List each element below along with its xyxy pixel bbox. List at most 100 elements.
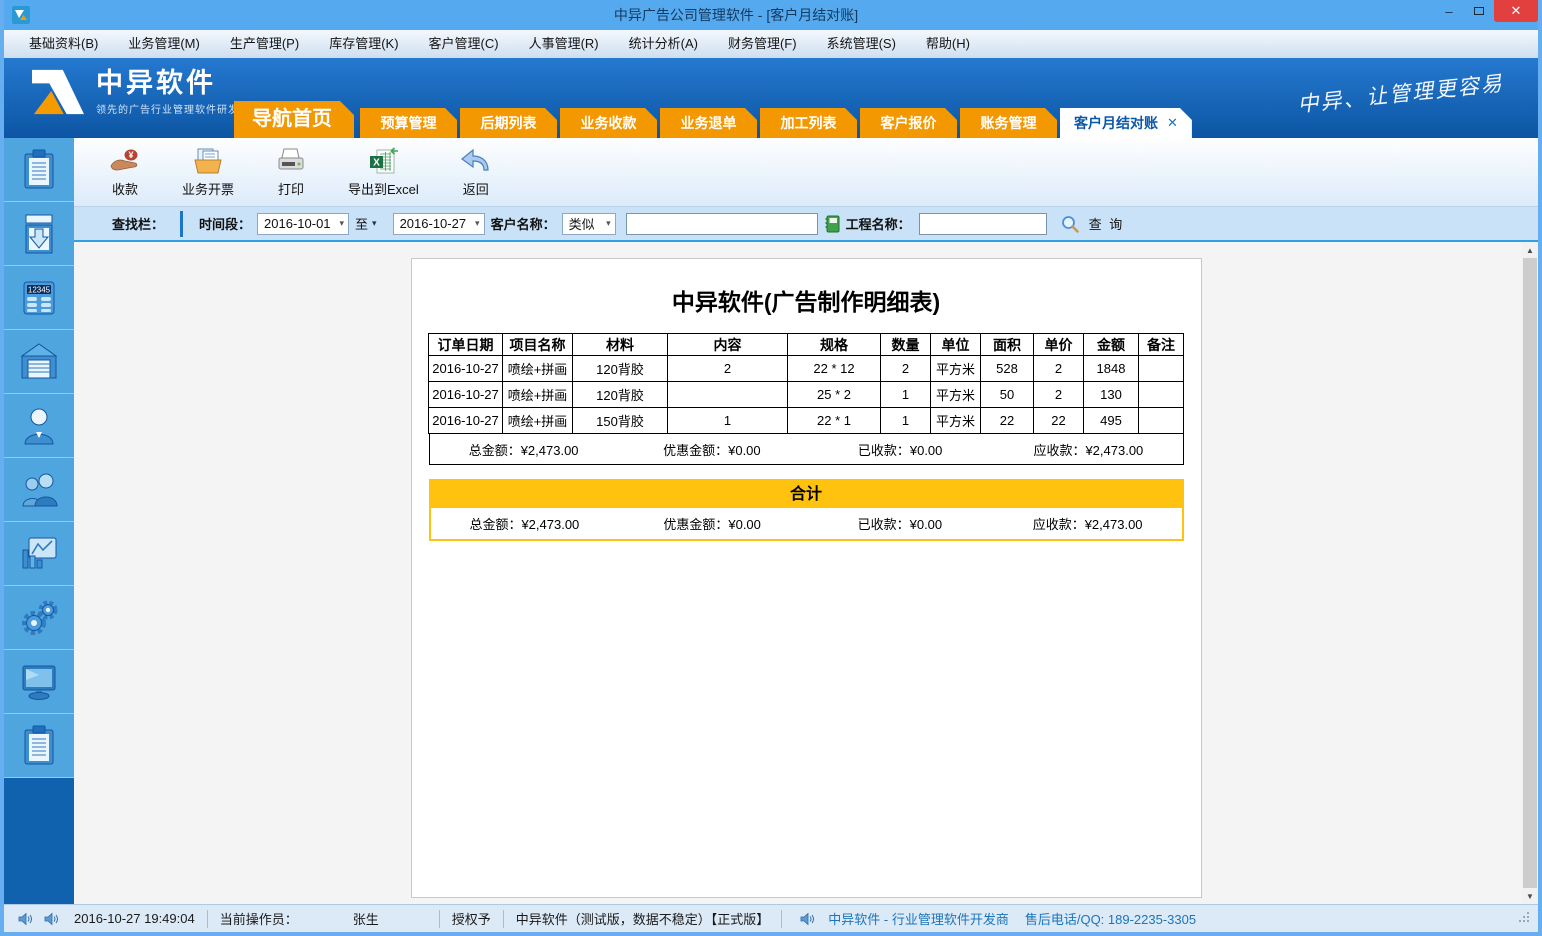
sidebar-item-system[interactable] (4, 650, 74, 714)
speaker-icon[interactable] (800, 912, 814, 926)
table-cell: 528 (981, 356, 1034, 382)
sidebar-item-calculator[interactable]: 12345 (4, 266, 74, 330)
menu-item-7[interactable]: 统计分析(A) (614, 30, 713, 58)
report-panel: 中异软件(广告制作明细表) 订单日期项目名称材料内容规格数量单位面积单价金额备注… (411, 258, 1202, 898)
license-text: 中异软件（测试版，数据不稳定）【正式版】 (516, 909, 770, 928)
resize-grip[interactable] (1518, 911, 1530, 926)
customer-lookup-button[interactable] (824, 215, 840, 233)
invoice-button[interactable]: 业务开票 (182, 147, 234, 198)
search-button[interactable] (1061, 215, 1079, 233)
tab-4[interactable]: 业务退单 (660, 108, 757, 138)
summary-receivable-amount: 应收款：¥2,473.00 (994, 514, 1182, 533)
scrollbar-thumb[interactable] (1523, 258, 1537, 888)
download-document-icon (19, 212, 59, 256)
tab-6[interactable]: 客户报价 (860, 108, 957, 138)
tab-2[interactable]: 后期列表 (460, 108, 557, 138)
table-cell: 平方米 (931, 356, 981, 382)
sidebar-item-download[interactable] (4, 202, 74, 266)
table-cell: 2016-10-27 (429, 356, 503, 382)
minimize-button[interactable]: – (1434, 0, 1464, 22)
title-bar: 中异广告公司管理软件 - [客户月结对账] – ✕ (4, 0, 1538, 30)
table-cell: 50 (981, 382, 1034, 408)
operator-label: 当前操作员： (220, 909, 298, 928)
table-row: 2016-10-27喷绘+拼画120背胶222 * 122平方米52821848 (429, 356, 1184, 382)
date-from-select[interactable]: 2016-10-01▾ (257, 213, 349, 235)
menu-item-3[interactable]: 生产管理(P) (215, 30, 314, 58)
menu-item-1[interactable]: 基础资料(B) (14, 30, 113, 58)
search-button-label[interactable]: 查 询 (1089, 214, 1125, 233)
to-dropdown-icon[interactable]: ▾ (372, 218, 377, 229)
tab-3[interactable]: 业务收款 (560, 108, 657, 138)
sidebar-item-orders[interactable] (4, 138, 74, 202)
table-cell: 22 (1034, 408, 1084, 434)
menu-item-2[interactable]: 业务管理(M) (113, 30, 215, 58)
maximize-button[interactable] (1464, 0, 1494, 22)
tab-7[interactable]: 账务管理 (960, 108, 1057, 138)
app-window: 中异广告公司管理软件 - [客户月结对账] – ✕ 基础资料(B)业务管理(M)… (0, 0, 1542, 936)
sidebar-item-statistics[interactable] (4, 522, 74, 586)
status-bar: 2016-10-27 19:49:04 当前操作员： 张生 授权予 中异软件（测… (4, 904, 1538, 932)
export-excel-button[interactable]: X 导出到Excel (348, 147, 419, 198)
table-cell: 120背胶 (573, 356, 668, 382)
customer-name-input[interactable] (626, 213, 818, 235)
report-title: 中异软件(广告制作明细表) (412, 283, 1201, 317)
menu-item-6[interactable]: 人事管理(R) (514, 30, 614, 58)
chevron-down-icon: ▾ (606, 218, 611, 229)
scroll-up-icon[interactable]: ▲ (1522, 242, 1538, 258)
column-header: 项目名称 (503, 334, 573, 356)
content-area: 中异软件(广告制作明细表) 订单日期项目名称材料内容规格数量单位面积单价金额备注… (74, 242, 1538, 904)
status-datetime: 2016-10-27 19:49:04 (74, 911, 195, 926)
tab-active-customer-monthly[interactable]: 客户月结对账 ✕ (1060, 108, 1192, 138)
clipboard-report-icon (19, 724, 59, 768)
sidebar-item-hr[interactable] (4, 458, 74, 522)
speaker-icon[interactable] (44, 912, 58, 926)
tab-1[interactable]: 预算管理 (360, 108, 457, 138)
table-cell: 喷绘+拼画 (503, 356, 573, 382)
divider (503, 910, 504, 928)
chevron-down-icon: ▾ (475, 218, 480, 229)
app-logo-icon (12, 6, 30, 24)
receive-payment-button[interactable]: ¥ 收款 (108, 147, 142, 198)
table-cell: 喷绘+拼画 (503, 382, 573, 408)
menu-item-10[interactable]: 帮助(H) (911, 30, 985, 58)
tab-home[interactable]: 导航首页 (234, 101, 354, 138)
support-text: 售后电话/QQ: 189-2235-3305 (1025, 909, 1196, 928)
sidebar-item-customer[interactable] (4, 394, 74, 458)
print-button[interactable]: 打印 (274, 147, 308, 198)
vertical-scrollbar[interactable]: ▲ ▼ (1522, 242, 1538, 904)
table-cell: 喷绘+拼画 (503, 408, 573, 434)
customer-label: 客户名称： (491, 214, 556, 233)
menu-item-5[interactable]: 客户管理(C) (414, 30, 514, 58)
vendor-text: 中异软件 - 行业管理软件开发商 (828, 909, 1009, 928)
divider (439, 910, 440, 928)
summary-block: 合计 总金额：¥2,473.00 优惠金额：¥0.00 已收款：¥0.00 应收… (429, 479, 1184, 541)
tab-5[interactable]: 加工列表 (760, 108, 857, 138)
menu-item-9[interactable]: 系统管理(S) (812, 30, 911, 58)
tab-strip: 预算管理后期列表业务收款业务退单加工列表客户报价账务管理 (360, 108, 1060, 138)
scroll-down-icon[interactable]: ▼ (1522, 888, 1538, 904)
menu-item-8[interactable]: 财务管理(F) (713, 30, 812, 58)
project-name-input[interactable] (919, 213, 1047, 235)
search-bar: 查找栏： 时间段： 2016-10-01▾ 至 ▾ 2016-10-27▾ 客户… (74, 207, 1538, 242)
close-button[interactable]: ✕ (1494, 0, 1538, 22)
sidebar-item-settings[interactable] (4, 586, 74, 650)
svg-text:X: X (374, 157, 381, 168)
date-to-select[interactable]: 2016-10-27▾ (393, 213, 485, 235)
window-title: 中异广告公司管理软件 - [客户月结对账] (38, 5, 1434, 25)
window-controls: – ✕ (1434, 0, 1538, 30)
back-button[interactable]: 返回 (459, 147, 493, 198)
period-label: 时间段： (199, 214, 251, 233)
table-cell: 2016-10-27 (429, 408, 503, 434)
sidebar-item-report[interactable] (4, 714, 74, 778)
invoice-icon (191, 147, 225, 175)
table-cell: 25 * 2 (788, 382, 881, 408)
menu-item-4[interactable]: 库存管理(K) (314, 30, 413, 58)
speaker-icon[interactable] (18, 912, 32, 926)
table-cell: 1 (881, 382, 931, 408)
tab-close-icon[interactable]: ✕ (1167, 115, 1178, 131)
table-cell: 平方米 (931, 382, 981, 408)
table-cell: 2 (1034, 356, 1084, 382)
match-mode-select[interactable]: 类似▾ (562, 213, 616, 235)
search-bar-divider (180, 211, 183, 237)
sidebar-item-warehouse[interactable] (4, 330, 74, 394)
